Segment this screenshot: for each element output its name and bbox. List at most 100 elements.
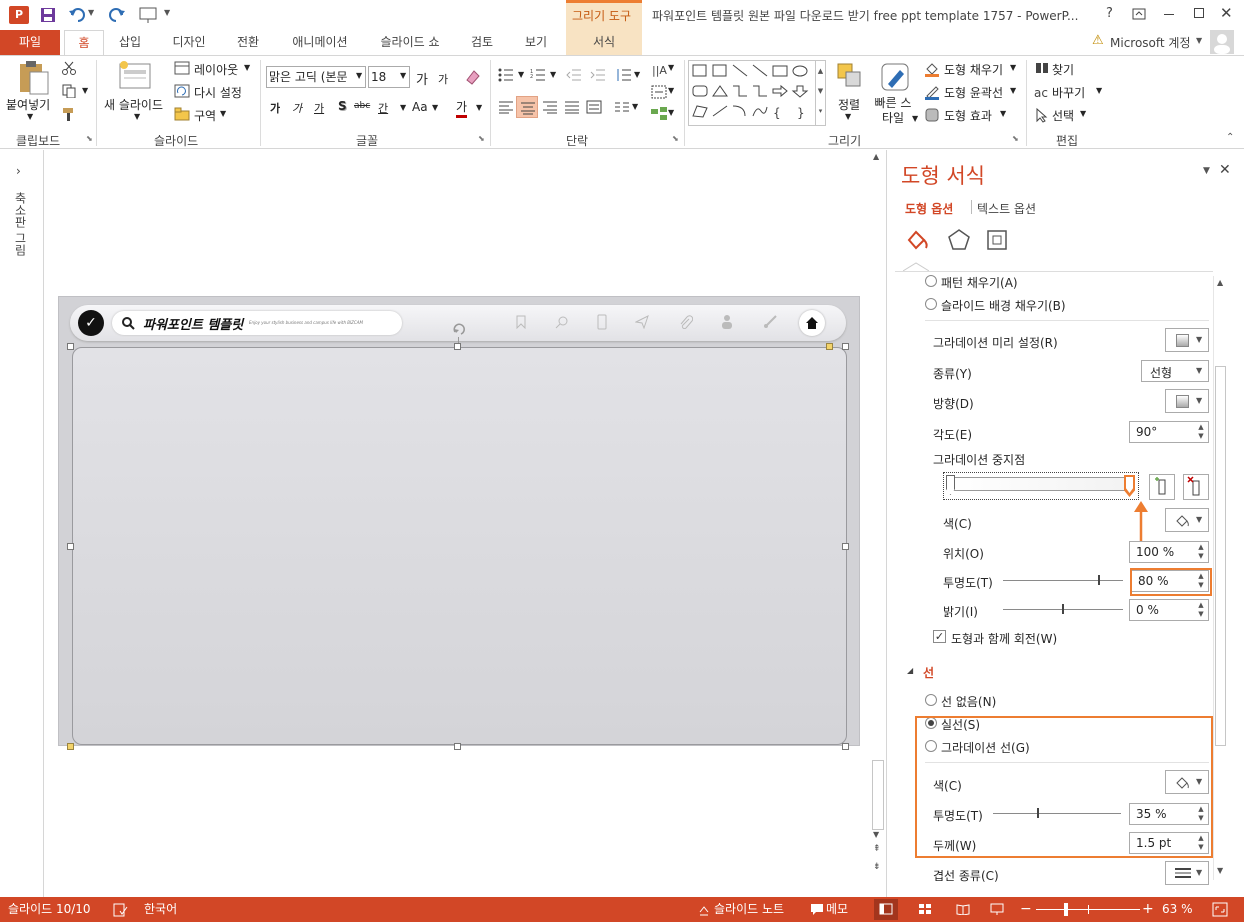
tab-text-options[interactable]: 텍스트 옵션 bbox=[977, 200, 1036, 217]
stop-color-dropdown[interactable]: ▼ bbox=[1165, 508, 1209, 532]
align-center-button[interactable] bbox=[516, 96, 538, 118]
pane-scroll-thumb[interactable] bbox=[1215, 366, 1226, 746]
scroll-thumb[interactable] bbox=[872, 760, 884, 830]
strikethrough-button[interactable]: abc bbox=[354, 101, 370, 111]
tab-view[interactable]: 보기 bbox=[516, 30, 556, 55]
tab-file[interactable]: 파일 bbox=[0, 30, 60, 55]
select-label[interactable]: 선택 bbox=[1052, 107, 1074, 124]
shape-fill-icon[interactable] bbox=[924, 61, 940, 77]
start-slideshow-icon[interactable] bbox=[138, 6, 158, 24]
no-line-radio[interactable] bbox=[925, 694, 937, 706]
font-size-dropdown-icon[interactable]: ▼ bbox=[400, 71, 406, 80]
font-launcher-icon[interactable]: ⬊ bbox=[478, 134, 485, 143]
slide[interactable]: ✓ 파워포인트 템플릿 Enjoy your stylish business … bbox=[58, 296, 860, 746]
clipboard-launcher-icon[interactable]: ⬊ bbox=[86, 134, 93, 143]
font-name-input[interactable]: 맑은 고딕 (본문 bbox=[266, 66, 366, 88]
gradient-stops-bar[interactable] bbox=[943, 472, 1139, 500]
shapes-gallery-scroll[interactable]: ▲ ▼ ▾ bbox=[815, 61, 825, 125]
shape-effects-icon[interactable] bbox=[924, 107, 940, 123]
resize-handle-se[interactable] bbox=[842, 743, 849, 750]
find-icon[interactable] bbox=[1034, 61, 1050, 77]
brightness-thumb[interactable] bbox=[1062, 604, 1064, 614]
slide-bg-fill-label[interactable]: 슬라이드 배경 채우기(B) bbox=[941, 297, 1066, 314]
angle-spinner[interactable]: ▲ ▼ bbox=[1195, 423, 1207, 441]
shape-outline-label[interactable]: 도형 윤곽선 bbox=[944, 84, 1003, 101]
add-stop-button[interactable] bbox=[1149, 474, 1175, 500]
columns-dropdown-icon[interactable]: ▼ bbox=[632, 102, 638, 111]
new-slide-dropdown-icon[interactable]: ▼ bbox=[134, 112, 140, 121]
slide-sorter-icon[interactable] bbox=[918, 903, 932, 915]
shapes-gallery[interactable]: { } ▲ ▼ ▾ bbox=[688, 60, 826, 126]
pane-scrollbar[interactable]: ▲ ▼ bbox=[1213, 276, 1227, 880]
font-color-button[interactable]: 가 bbox=[456, 98, 468, 118]
bullets-icon[interactable] bbox=[498, 68, 514, 82]
char-spacing-dropdown-icon[interactable]: ▼ bbox=[400, 103, 406, 112]
underline-button[interactable]: 가 bbox=[314, 100, 324, 116]
remove-stop-button[interactable] bbox=[1183, 474, 1209, 500]
brightness-input[interactable]: 0 % ▲ ▼ bbox=[1129, 599, 1209, 621]
previous-slide-icon[interactable]: ⇞ bbox=[873, 844, 881, 854]
maximize-button[interactable] bbox=[1194, 8, 1204, 18]
pane-close-icon[interactable]: ✕ bbox=[1219, 162, 1231, 178]
undo-dropdown-icon[interactable]: ▼ bbox=[88, 8, 94, 17]
shape-fill-dropdown-icon[interactable]: ▼ bbox=[1010, 63, 1016, 72]
tab-design[interactable]: 디자인 bbox=[164, 30, 214, 55]
arrange-label[interactable]: 정렬 bbox=[838, 96, 860, 113]
italic-button[interactable]: 가 bbox=[292, 100, 302, 116]
rotate-handle-icon[interactable] bbox=[452, 323, 466, 337]
close-button[interactable]: ✕ bbox=[1220, 4, 1233, 22]
customize-qat-icon[interactable]: ▼ bbox=[164, 8, 170, 17]
slide-counter[interactable]: 슬라이드 10/10 bbox=[8, 897, 91, 922]
select-dropdown-icon[interactable]: ▼ bbox=[1080, 109, 1086, 118]
copy-icon[interactable] bbox=[62, 84, 76, 98]
replace-label[interactable]: 바꾸기 bbox=[1052, 84, 1085, 101]
char-spacing-button[interactable]: 간 bbox=[378, 100, 388, 116]
shadow-button[interactable]: S bbox=[338, 99, 347, 113]
minimize-button[interactable] bbox=[1164, 14, 1174, 15]
tab-format[interactable]: 서식 bbox=[566, 30, 642, 55]
cut-icon[interactable] bbox=[62, 61, 76, 75]
save-icon[interactable] bbox=[40, 7, 56, 23]
type-dropdown[interactable]: 선형 ▼ bbox=[1141, 360, 1209, 382]
decrease-indent-icon[interactable] bbox=[566, 68, 582, 82]
undo-icon[interactable] bbox=[68, 7, 86, 23]
pattern-fill-radio[interactable] bbox=[925, 275, 937, 287]
gradient-preset-dropdown[interactable]: ▼ bbox=[1165, 328, 1209, 352]
shape-effects-dropdown-icon[interactable]: ▼ bbox=[1000, 109, 1006, 118]
selected-shape[interactable] bbox=[72, 347, 847, 745]
scroll-down-icon[interactable]: ▼ bbox=[873, 830, 879, 839]
paste-label[interactable]: 붙여넣기 bbox=[6, 96, 50, 113]
slideshow-view-icon[interactable] bbox=[990, 903, 1004, 915]
numbering-dropdown-icon[interactable]: ▼ bbox=[550, 70, 556, 79]
new-slide-icon[interactable] bbox=[118, 60, 152, 90]
layout-label[interactable]: 레이아웃 bbox=[194, 61, 238, 78]
account-dropdown-icon[interactable]: ▼ bbox=[1196, 36, 1202, 45]
font-name-dropdown-icon[interactable]: ▼ bbox=[356, 71, 362, 80]
layout-dropdown-icon[interactable]: ▼ bbox=[244, 63, 250, 72]
account-label[interactable]: Microsoft 계정 bbox=[1110, 34, 1191, 51]
normal-view-button[interactable] bbox=[874, 899, 898, 920]
no-line-label[interactable]: 선 없음(N) bbox=[941, 693, 996, 710]
pattern-fill-label[interactable]: 패턴 채우기(A) bbox=[941, 274, 1018, 291]
layout-icon[interactable] bbox=[174, 61, 190, 75]
tab-animations[interactable]: 애니메이션 bbox=[282, 30, 358, 55]
shape-fill-label[interactable]: 도형 채우기 bbox=[944, 61, 1003, 78]
shape-effects-label[interactable]: 도형 효과 bbox=[944, 107, 992, 124]
fill-transparency-thumb[interactable] bbox=[1098, 575, 1100, 585]
format-painter-icon[interactable] bbox=[62, 107, 76, 121]
scroll-up-icon[interactable]: ▲ bbox=[873, 152, 879, 161]
align-text-dropdown-icon[interactable]: ▼ bbox=[668, 86, 674, 95]
shrink-font-button[interactable]: 가 bbox=[438, 71, 448, 87]
reset-icon[interactable] bbox=[174, 84, 190, 98]
brightness-spinner[interactable]: ▲ ▼ bbox=[1195, 601, 1207, 619]
text-direction-dropdown-icon[interactable]: ▼ bbox=[668, 63, 674, 72]
reading-view-icon[interactable] bbox=[956, 903, 970, 915]
distributed-icon[interactable] bbox=[586, 100, 602, 114]
comments-icon[interactable] bbox=[810, 903, 824, 916]
paste-dropdown-icon[interactable]: ▼ bbox=[27, 112, 33, 121]
ribbon-display-icon[interactable] bbox=[1132, 8, 1146, 20]
clear-formatting-icon[interactable] bbox=[464, 68, 482, 86]
bold-button[interactable]: 가 bbox=[270, 100, 280, 116]
pane-scroll-up-icon[interactable]: ▲ bbox=[1217, 278, 1223, 287]
size-properties-icon[interactable] bbox=[985, 228, 1009, 252]
